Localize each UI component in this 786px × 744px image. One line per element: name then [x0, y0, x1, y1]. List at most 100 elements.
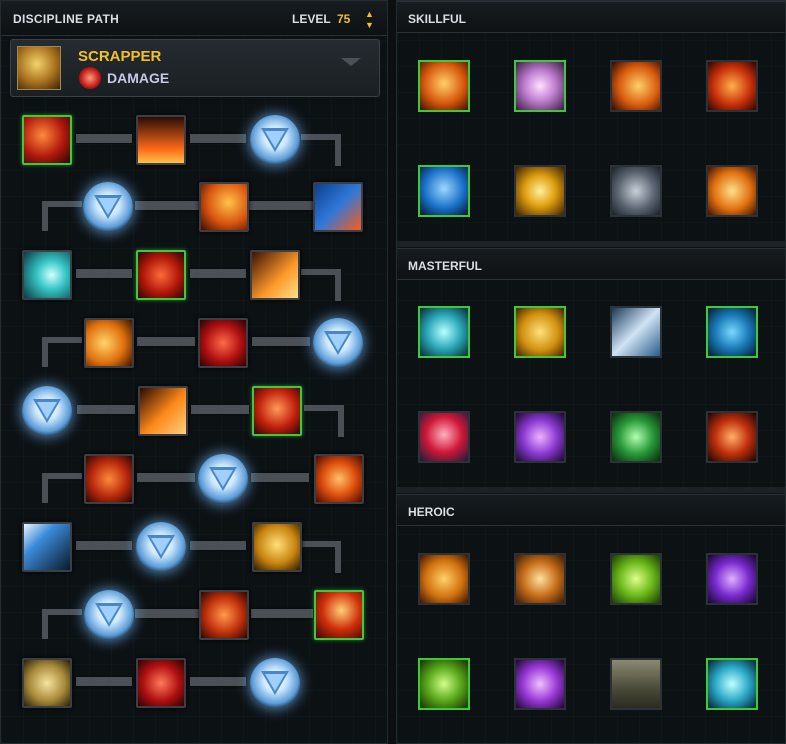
discipline-name: SCRAPPER [78, 48, 162, 65]
path-connector [251, 609, 313, 618]
level-stepper[interactable]: ▲ ▼ [365, 9, 377, 31]
path-ability-3-2-icon[interactable] [136, 250, 186, 300]
skillful-utility-5-icon[interactable] [418, 165, 470, 217]
level-down-icon[interactable]: ▼ [365, 20, 377, 31]
discipline-header: DISCIPLINE PATH LEVEL 75 ▲ ▼ [1, 1, 387, 36]
skillful-utility-6-icon[interactable] [514, 165, 566, 217]
path-connector [42, 201, 82, 231]
heroic-utility-5-icon[interactable] [418, 658, 470, 710]
skillful-section-header: SKILLFUL [397, 1, 785, 33]
section-title: HEROIC [408, 505, 455, 519]
skillful-utility-7-icon[interactable] [610, 165, 662, 217]
path-ability-7-3-icon[interactable] [252, 522, 302, 572]
path-connector [137, 473, 195, 482]
discipline-path-title: DISCIPLINE PATH [13, 12, 120, 26]
path-connector [190, 134, 246, 143]
masterful-utility-3-icon[interactable] [610, 306, 662, 358]
level-value: 75 [337, 12, 351, 26]
path-connector [301, 134, 341, 166]
masterful-utility-6-icon[interactable] [514, 411, 566, 463]
path-connector [42, 337, 82, 367]
section-title: SKILLFUL [408, 12, 466, 26]
path-connector [251, 473, 309, 482]
path-connector [190, 541, 246, 550]
section-divider [397, 487, 785, 493]
path-ability-7-1-icon[interactable] [22, 522, 72, 572]
heroic-utility-8-icon[interactable] [706, 658, 758, 710]
path-connector [76, 541, 132, 550]
skillful-utility-4-icon[interactable] [706, 60, 758, 112]
path-ability-5-2-icon[interactable] [138, 386, 188, 436]
utility-slot-1-icon[interactable] [250, 115, 300, 165]
level-up-icon[interactable]: ▲ [365, 9, 377, 20]
heroic-utility-3-icon[interactable] [610, 553, 662, 605]
path-connector [77, 405, 135, 414]
heroic-utility-7-icon[interactable] [610, 658, 662, 710]
path-ability-9-1-icon[interactable] [22, 658, 72, 708]
section-divider [397, 241, 785, 247]
path-connector [135, 201, 199, 210]
path-ability-2-3-icon[interactable] [313, 182, 363, 232]
damage-role-icon [79, 67, 101, 89]
section-title: MASTERFUL [408, 259, 482, 273]
path-ability-6-1-icon[interactable] [84, 454, 134, 504]
masterful-utility-1-icon[interactable] [418, 306, 470, 358]
path-connector [137, 337, 195, 346]
skillful-utility-2-icon[interactable] [514, 60, 566, 112]
utility-slot-2-icon[interactable] [83, 182, 133, 232]
path-connector [252, 337, 310, 346]
path-ability-6-3-icon[interactable] [314, 454, 364, 504]
masterful-utility-2-icon[interactable] [514, 306, 566, 358]
path-connector [304, 405, 344, 437]
chevron-down-icon[interactable] [341, 58, 361, 66]
heroic-utility-4-icon[interactable] [706, 553, 758, 605]
path-connector [135, 609, 199, 618]
discipline-role: DAMAGE [107, 70, 170, 86]
masterful-utility-5-icon[interactable] [418, 411, 470, 463]
utility-slot-8-icon[interactable] [250, 658, 300, 708]
path-ability-3-1-icon[interactable] [22, 250, 72, 300]
path-ability-4-1-icon[interactable] [84, 318, 134, 368]
heroic-section-header: HEROIC [397, 494, 785, 526]
path-ability-8-2-icon[interactable] [199, 590, 249, 640]
heroic-utility-2-icon[interactable] [514, 553, 566, 605]
scrapper-discipline-icon [17, 46, 61, 90]
discipline-selector[interactable]: SCRAPPER DAMAGE [10, 39, 380, 97]
masterful-section-header: MASTERFUL [397, 248, 785, 280]
path-connector [301, 541, 341, 573]
path-ability-8-3-icon[interactable] [314, 590, 364, 640]
path-ability-9-2-icon[interactable] [136, 658, 186, 708]
path-connector [191, 405, 249, 414]
path-ability-1-1-icon[interactable] [22, 115, 72, 165]
level-label: LEVEL [292, 12, 331, 26]
path-connector [76, 269, 132, 278]
path-connector [190, 677, 246, 686]
path-connector [42, 473, 82, 503]
utility-slot-7-icon[interactable] [84, 590, 134, 640]
utility-slot-4-icon[interactable] [22, 386, 72, 436]
masterful-utility-8-icon[interactable] [706, 411, 758, 463]
skillful-utility-3-icon[interactable] [610, 60, 662, 112]
path-connector [190, 269, 246, 278]
utility-slot-3-icon[interactable] [313, 318, 363, 368]
path-ability-5-3-icon[interactable] [252, 386, 302, 436]
path-ability-2-2-icon[interactable] [199, 182, 249, 232]
path-ability-4-2-icon[interactable] [198, 318, 248, 368]
path-ability-3-3-icon[interactable] [250, 250, 300, 300]
utilities-panel: SKILLFUL MASTERFUL HEROIC [396, 0, 786, 744]
skillful-utility-1-icon[interactable] [418, 60, 470, 112]
utility-slot-5-icon[interactable] [198, 454, 248, 504]
path-connector [76, 677, 132, 686]
path-connector [76, 134, 132, 143]
path-connector [301, 269, 341, 301]
skillful-utility-8-icon[interactable] [706, 165, 758, 217]
masterful-utility-7-icon[interactable] [610, 411, 662, 463]
heroic-utility-1-icon[interactable] [418, 553, 470, 605]
discipline-path-panel: DISCIPLINE PATH LEVEL 75 ▲ ▼ SCRAPPER DA… [0, 0, 388, 744]
path-ability-1-2-icon[interactable] [136, 115, 186, 165]
path-connector [249, 201, 313, 210]
path-connector [42, 609, 82, 639]
utility-slot-6-icon[interactable] [136, 522, 186, 572]
masterful-utility-4-icon[interactable] [706, 306, 758, 358]
heroic-utility-6-icon[interactable] [514, 658, 566, 710]
